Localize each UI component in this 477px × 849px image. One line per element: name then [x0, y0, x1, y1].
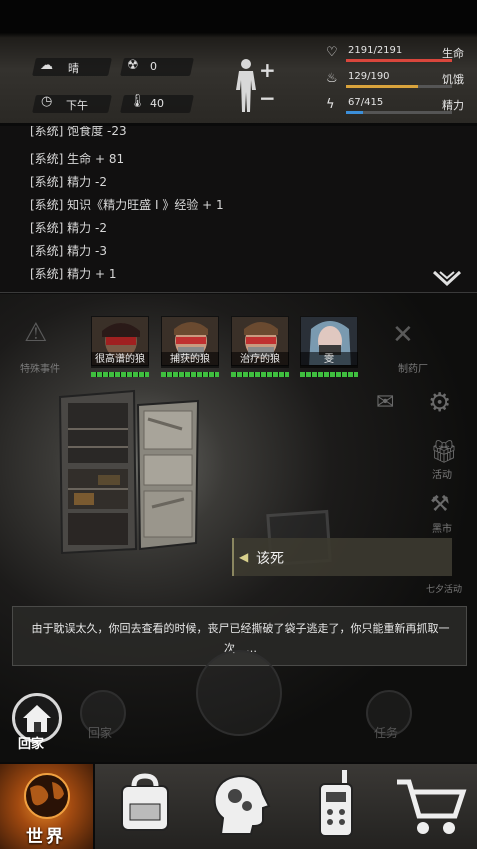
log-entry: [系统] 饱食度 -23: [30, 126, 127, 138]
temperature-value: 40: [150, 97, 164, 110]
heart-icon: ♡: [326, 45, 338, 60]
choice-option[interactable]: ◀ 该死: [232, 538, 452, 576]
energy-value: 67/415: [348, 97, 384, 108]
gift-icon[interactable]: 🎁︎: [430, 440, 458, 465]
health-bar: [346, 59, 452, 62]
survivor-name: 治疗的狼: [231, 352, 289, 368]
survivor-health-bar: [161, 372, 219, 377]
stat-hunger: ♨ 129/190 饥饿: [322, 71, 472, 93]
gavel-icon[interactable]: ⚒: [430, 492, 450, 517]
survivor-card[interactable]: 捕获的狼: [161, 316, 219, 380]
special-event-label[interactable]: 特殊事件: [20, 360, 60, 375]
minus-icon[interactable]: −: [259, 88, 276, 108]
survivor-health-bar: [300, 372, 358, 377]
black-market-label[interactable]: 黑市: [432, 520, 452, 535]
seven-day-label[interactable]: 七夕活动: [426, 582, 462, 595]
log-entry: [系统] 精力 -3: [30, 244, 107, 258]
shop-cart-icon: [397, 779, 467, 834]
health-value: 2191/2191: [348, 45, 403, 56]
nav-world-tab[interactable]: 世界: [0, 764, 95, 849]
radiation-icon: ☢: [127, 58, 139, 73]
event-log[interactable]: [系统] 饱食度 -23 [系统] 生命 + 81 [系统] 精力 -2 [系统…: [0, 126, 477, 293]
survivor-health-bar: [231, 372, 289, 377]
world-label: 世界: [26, 827, 66, 847]
status-bar: ☁ 晴 ☢ 0 ◷ 下午 🌡︎ 40 + − ♡ 2191/2191 生命 ♨ …: [0, 0, 477, 126]
mail-icon[interactable]: ✉: [376, 390, 394, 415]
stomach-icon: ♨: [326, 71, 338, 86]
survivor-name: 捕获的狼: [161, 352, 219, 368]
weather-value: 晴: [68, 62, 79, 75]
plus-icon[interactable]: +: [259, 60, 276, 80]
nav-radio-tab[interactable]: [290, 764, 382, 849]
energy-bar: [346, 111, 452, 114]
log-entry: [系统] 精力 + 1: [30, 267, 117, 281]
log-entry: [系统] 生命 + 81: [30, 152, 125, 166]
gear-icon[interactable]: ⚙: [428, 388, 451, 418]
survivor-name: 雯: [300, 352, 358, 368]
special-event-icon[interactable]: ⚠: [24, 318, 47, 348]
survivor-name: 很高谱的狼: [91, 352, 149, 368]
clock-icon: ◷: [41, 94, 53, 109]
expand-log-chevron-icon[interactable]: [432, 270, 462, 288]
pharmacy-label[interactable]: 制药厂: [398, 360, 428, 375]
body-figure-icon[interactable]: [231, 58, 261, 114]
choice-label: 该死: [256, 551, 284, 567]
cloud-sun-icon: ☁: [40, 58, 53, 73]
stat-health: ♡ 2191/2191 生命: [322, 45, 472, 67]
faded-task-label: 任务: [374, 726, 399, 740]
time-value: 下午: [66, 99, 88, 112]
home-label: 回家: [18, 737, 45, 752]
stat-energy: ϟ 67/415 精力: [322, 97, 472, 119]
log-entry: [系统] 精力 -2: [30, 221, 107, 235]
survivor-card[interactable]: 很高谱的狼: [91, 316, 149, 380]
nav-backpack-tab[interactable]: [100, 764, 192, 849]
survivor-health-bar: [91, 372, 149, 377]
radio-icon: [319, 770, 353, 837]
nav-skills-tab[interactable]: [195, 764, 287, 849]
log-entry: [系统] 知识《精力旺盛 I 》经验 + 1: [30, 198, 224, 212]
faded-center-dial: [196, 650, 282, 736]
triangle-left-icon: ◀: [239, 550, 249, 564]
nav-shop-tab[interactable]: [385, 764, 477, 849]
energy-icon: ϟ: [326, 97, 335, 112]
activity-label[interactable]: 活动: [432, 466, 452, 481]
survivor-card[interactable]: 治疗的狼: [231, 316, 289, 380]
hunger-value: 129/190: [348, 71, 390, 82]
skills-head-icon: [213, 774, 271, 835]
survivor-card[interactable]: 雯: [300, 316, 358, 380]
globe-icon: [24, 773, 70, 819]
faded-home-label: 回家: [88, 726, 113, 740]
bottom-nav: 世界: [0, 762, 477, 849]
hunger-bar: [346, 85, 452, 88]
fridge-image[interactable]: [52, 389, 202, 559]
pharmacy-icon[interactable]: ✕: [392, 320, 414, 350]
radiation-value: 0: [150, 60, 157, 73]
backpack-icon: [121, 773, 169, 831]
log-entry: [系统] 精力 -2: [30, 175, 107, 189]
thermometer-icon: 🌡︎: [129, 94, 146, 109]
